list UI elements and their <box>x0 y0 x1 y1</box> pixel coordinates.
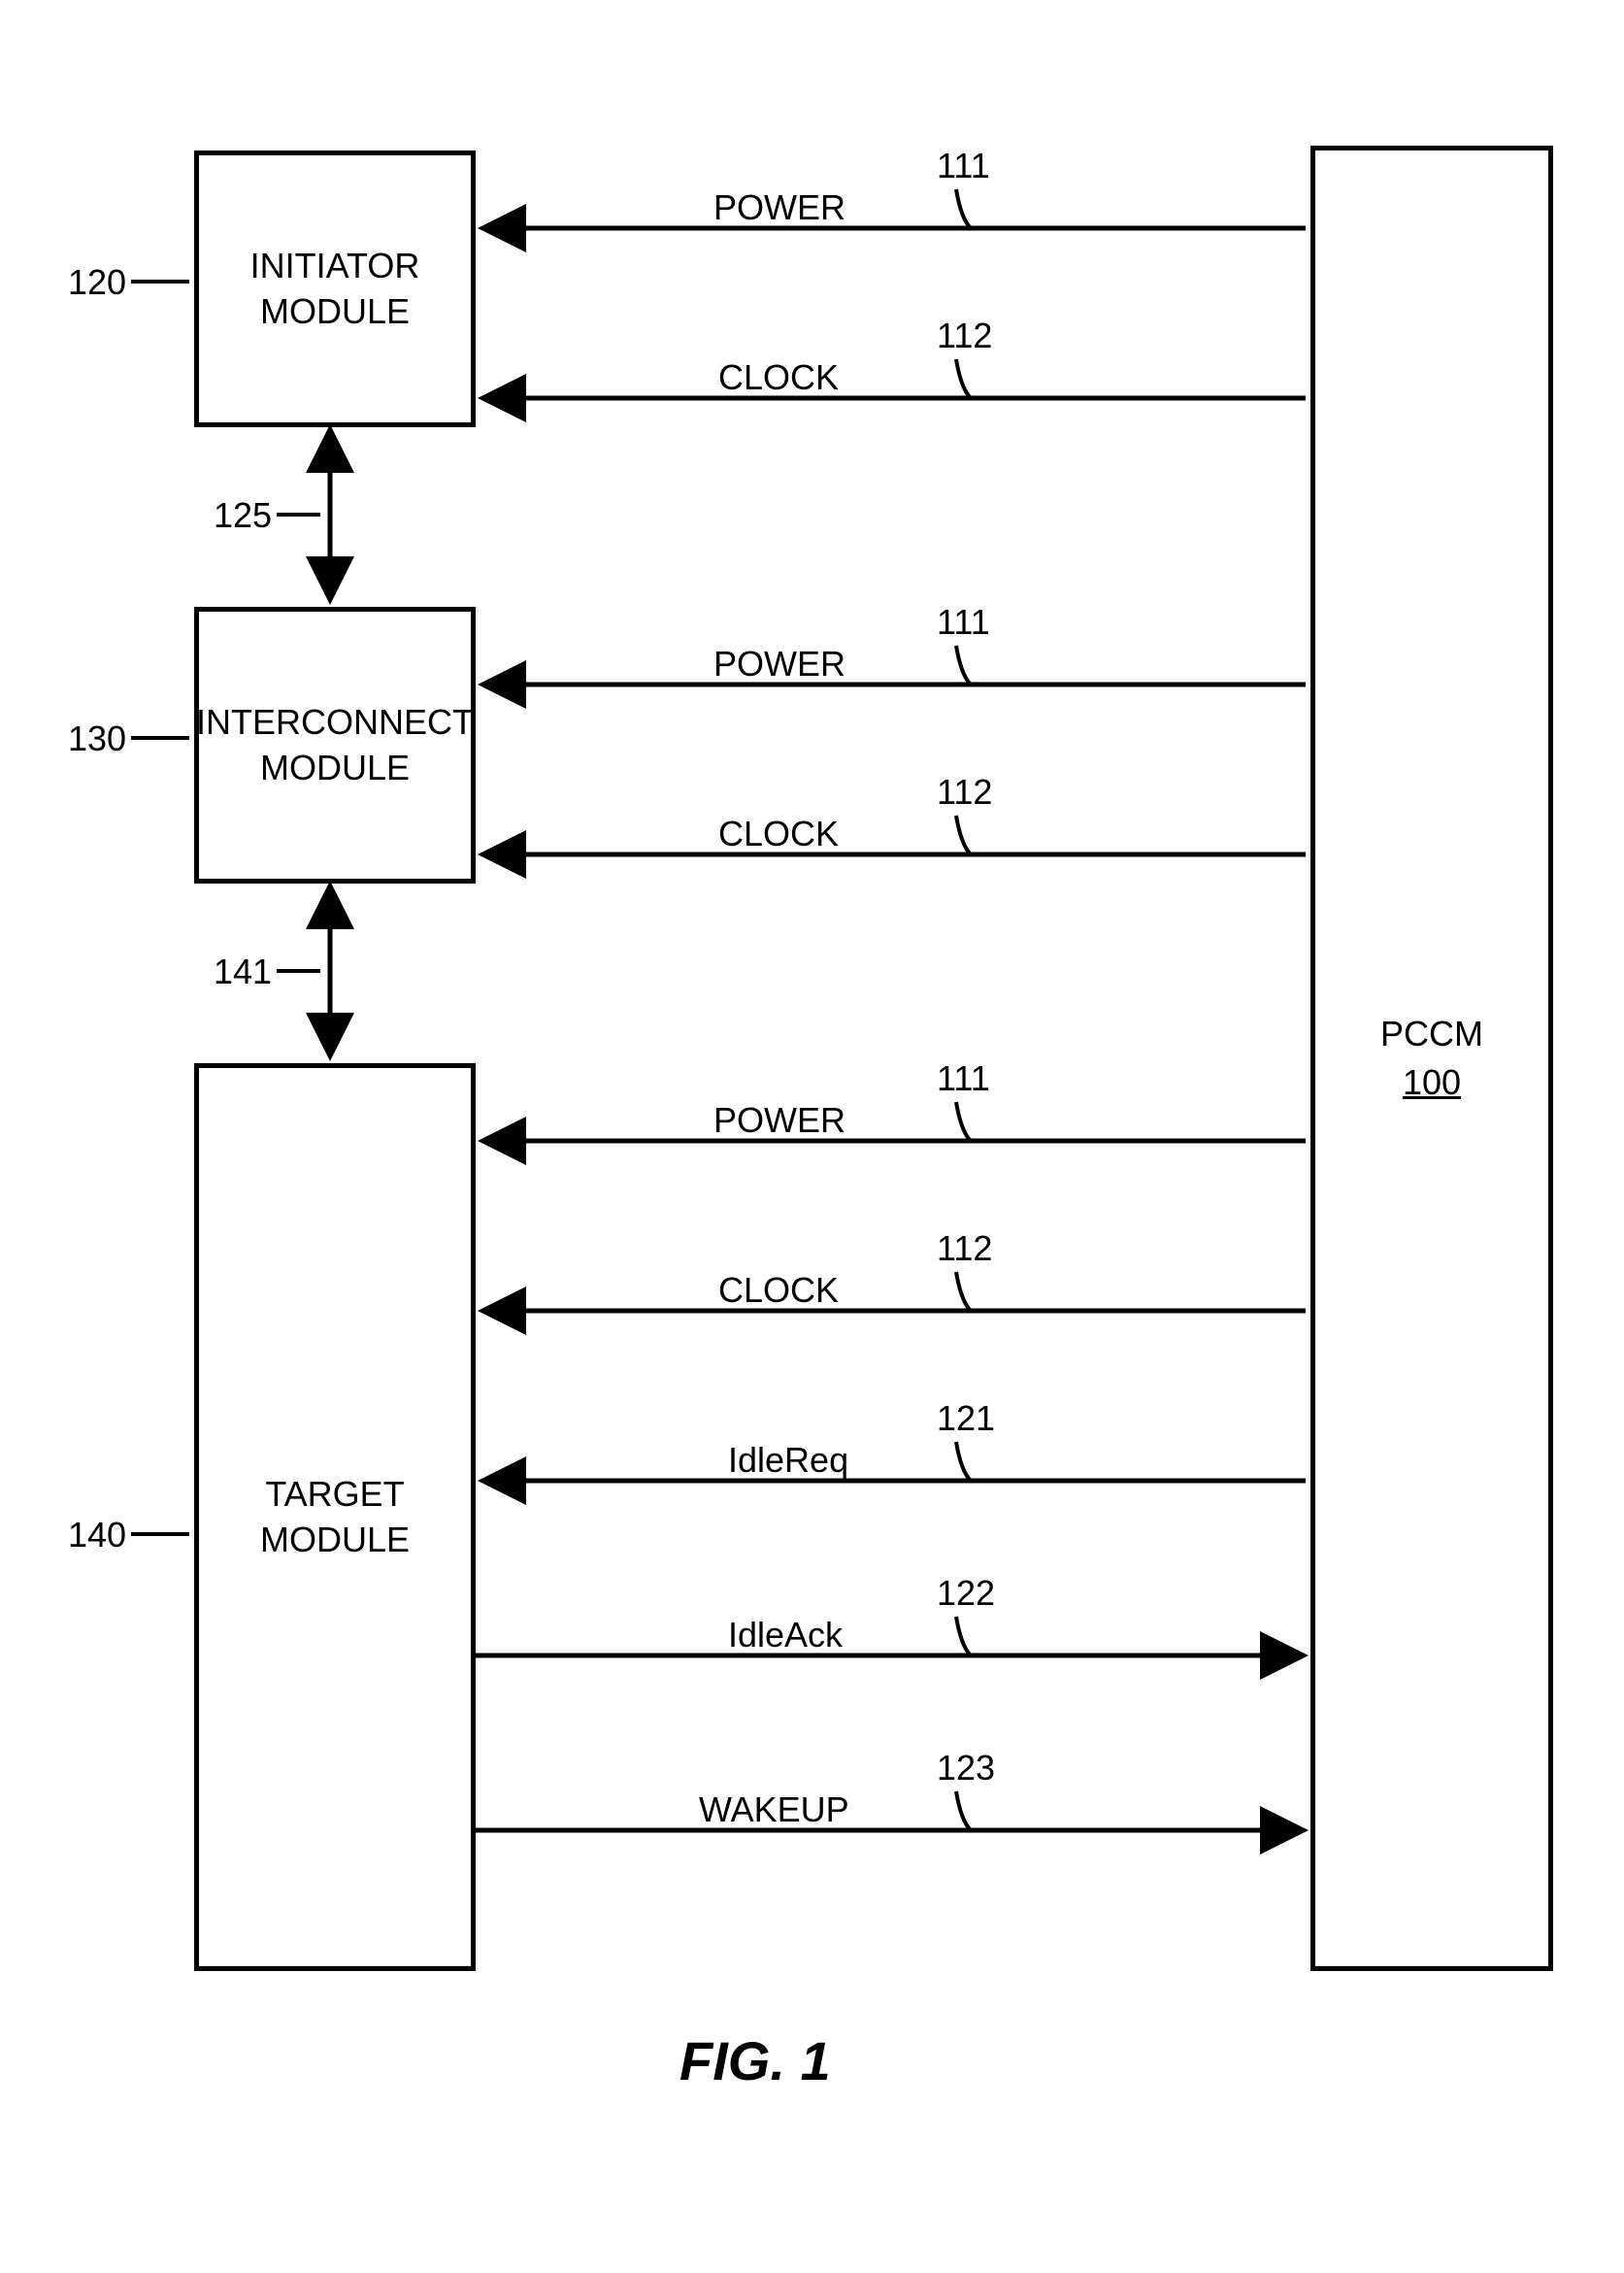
ref-125: 125 <box>214 495 272 536</box>
ref-141: 141 <box>214 952 272 992</box>
ref-112-b: 112 <box>937 772 992 813</box>
ref-123: 123 <box>937 1748 995 1788</box>
target-module-box: TARGET MODULE <box>194 1063 476 1971</box>
pccm-number: 100 <box>1403 1062 1461 1103</box>
signal-wakeup: WAKEUP <box>699 1789 849 1830</box>
ref-111-c: 111 <box>937 1058 990 1099</box>
signal-clock-a: CLOCK <box>718 357 839 398</box>
diagram-container: PCCM 100 INITIATOR MODULE INTERCONNECT M… <box>0 0 1624 2273</box>
signal-idlereq: IdleReq <box>728 1440 848 1481</box>
ref-111-a: 111 <box>937 146 990 186</box>
signal-idleack: IdleAck <box>728 1615 843 1655</box>
signal-power-b: POWER <box>713 644 845 685</box>
interconnect-module-box: INTERCONNECT MODULE <box>194 607 476 884</box>
figure-label: FIG. 1 <box>679 2029 831 2092</box>
initiator-label: INITIATOR MODULE <box>250 244 420 335</box>
interconnect-label: INTERCONNECT MODULE <box>196 700 474 791</box>
ref-112-a: 112 <box>937 316 992 356</box>
ref-122: 122 <box>937 1573 995 1614</box>
ref-140: 140 <box>68 1515 126 1555</box>
ref-111-b: 111 <box>937 602 990 643</box>
signal-power-a: POWER <box>713 187 845 228</box>
signal-power-c: POWER <box>713 1100 845 1141</box>
signal-clock-b: CLOCK <box>718 814 839 854</box>
ref-130: 130 <box>68 719 126 759</box>
ref-112-c: 112 <box>937 1228 992 1269</box>
pccm-title: PCCM <box>1380 1014 1483 1054</box>
initiator-module-box: INITIATOR MODULE <box>194 150 476 427</box>
ref-121: 121 <box>937 1398 995 1439</box>
pccm-box: PCCM 100 <box>1310 146 1553 1971</box>
target-label: TARGET MODULE <box>260 1472 410 1563</box>
signal-clock-c: CLOCK <box>718 1270 839 1311</box>
ref-120: 120 <box>68 262 126 303</box>
